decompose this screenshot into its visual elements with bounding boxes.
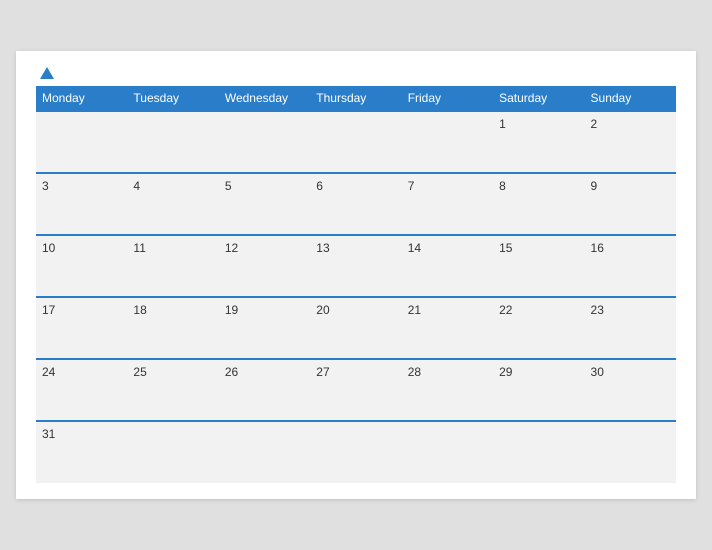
empty-cell bbox=[219, 421, 310, 483]
day-number: 9 bbox=[591, 179, 598, 193]
day-number: 23 bbox=[591, 303, 604, 317]
day-cell-12: 12 bbox=[219, 235, 310, 297]
empty-cell bbox=[127, 421, 218, 483]
day-number: 26 bbox=[225, 365, 238, 379]
weekday-header-sunday: Sunday bbox=[585, 86, 676, 111]
empty-cell bbox=[36, 111, 127, 173]
day-cell-25: 25 bbox=[127, 359, 218, 421]
calendar-thead: MondayTuesdayWednesdayThursdayFridaySatu… bbox=[36, 86, 676, 111]
logo bbox=[36, 67, 54, 78]
empty-cell bbox=[402, 421, 493, 483]
weekday-header-saturday: Saturday bbox=[493, 86, 584, 111]
empty-cell bbox=[585, 421, 676, 483]
day-cell-6: 6 bbox=[310, 173, 401, 235]
day-number: 31 bbox=[42, 427, 55, 441]
weekday-header-tuesday: Tuesday bbox=[127, 86, 218, 111]
day-number: 30 bbox=[591, 365, 604, 379]
calendar-container: MondayTuesdayWednesdayThursdayFridaySatu… bbox=[16, 51, 696, 499]
day-number: 4 bbox=[133, 179, 140, 193]
day-cell-2: 2 bbox=[585, 111, 676, 173]
day-number: 6 bbox=[316, 179, 323, 193]
day-cell-26: 26 bbox=[219, 359, 310, 421]
day-number: 7 bbox=[408, 179, 415, 193]
day-cell-9: 9 bbox=[585, 173, 676, 235]
day-cell-4: 4 bbox=[127, 173, 218, 235]
day-cell-17: 17 bbox=[36, 297, 127, 359]
day-number: 14 bbox=[408, 241, 421, 255]
day-cell-10: 10 bbox=[36, 235, 127, 297]
day-number: 2 bbox=[591, 117, 598, 131]
day-number: 8 bbox=[499, 179, 506, 193]
day-number: 1 bbox=[499, 117, 506, 131]
day-cell-14: 14 bbox=[402, 235, 493, 297]
day-number: 28 bbox=[408, 365, 421, 379]
empty-cell bbox=[493, 421, 584, 483]
day-cell-19: 19 bbox=[219, 297, 310, 359]
day-number: 22 bbox=[499, 303, 512, 317]
logo-blue-row bbox=[36, 67, 54, 78]
week-row-0: 12 bbox=[36, 111, 676, 173]
day-cell-23: 23 bbox=[585, 297, 676, 359]
day-number: 3 bbox=[42, 179, 49, 193]
day-cell-29: 29 bbox=[493, 359, 584, 421]
calendar-body: 1234567891011121314151617181920212223242… bbox=[36, 111, 676, 483]
day-number: 13 bbox=[316, 241, 329, 255]
day-number: 15 bbox=[499, 241, 512, 255]
day-number: 16 bbox=[591, 241, 604, 255]
calendar-header bbox=[36, 67, 676, 78]
empty-cell bbox=[402, 111, 493, 173]
week-row-5: 31 bbox=[36, 421, 676, 483]
day-cell-1: 1 bbox=[493, 111, 584, 173]
weekday-header-wednesday: Wednesday bbox=[219, 86, 310, 111]
day-cell-28: 28 bbox=[402, 359, 493, 421]
day-cell-15: 15 bbox=[493, 235, 584, 297]
weekday-header-friday: Friday bbox=[402, 86, 493, 111]
day-cell-20: 20 bbox=[310, 297, 401, 359]
week-row-1: 3 4 5 6 7 8 9 bbox=[36, 173, 676, 235]
weekday-header-thursday: Thursday bbox=[310, 86, 401, 111]
day-number: 10 bbox=[42, 241, 55, 255]
empty-cell bbox=[219, 111, 310, 173]
day-number: 29 bbox=[499, 365, 512, 379]
day-cell-5: 5 bbox=[219, 173, 310, 235]
day-cell-22: 22 bbox=[493, 297, 584, 359]
day-number: 17 bbox=[42, 303, 55, 317]
day-number: 27 bbox=[316, 365, 329, 379]
day-cell-30: 30 bbox=[585, 359, 676, 421]
day-cell-8: 8 bbox=[493, 173, 584, 235]
day-number: 21 bbox=[408, 303, 421, 317]
empty-cell bbox=[310, 421, 401, 483]
day-cell-16: 16 bbox=[585, 235, 676, 297]
day-number: 25 bbox=[133, 365, 146, 379]
weekday-header-row: MondayTuesdayWednesdayThursdayFridaySatu… bbox=[36, 86, 676, 111]
day-number: 24 bbox=[42, 365, 55, 379]
day-cell-27: 27 bbox=[310, 359, 401, 421]
day-number: 20 bbox=[316, 303, 329, 317]
day-cell-13: 13 bbox=[310, 235, 401, 297]
day-cell-7: 7 bbox=[402, 173, 493, 235]
day-cell-21: 21 bbox=[402, 297, 493, 359]
logo-triangle-icon bbox=[40, 67, 54, 79]
empty-cell bbox=[310, 111, 401, 173]
day-cell-18: 18 bbox=[127, 297, 218, 359]
calendar-grid: MondayTuesdayWednesdayThursdayFridaySatu… bbox=[36, 86, 676, 483]
day-cell-31: 31 bbox=[36, 421, 127, 483]
weekday-header-monday: Monday bbox=[36, 86, 127, 111]
day-number: 12 bbox=[225, 241, 238, 255]
day-number: 19 bbox=[225, 303, 238, 317]
week-row-3: 17 18 19 20 21 22 23 bbox=[36, 297, 676, 359]
day-cell-24: 24 bbox=[36, 359, 127, 421]
day-cell-3: 3 bbox=[36, 173, 127, 235]
day-cell-11: 11 bbox=[127, 235, 218, 297]
day-number: 11 bbox=[133, 241, 145, 255]
empty-cell bbox=[127, 111, 218, 173]
day-number: 18 bbox=[133, 303, 146, 317]
week-row-2: 10 11 12 13 14 15 16 bbox=[36, 235, 676, 297]
week-row-4: 24 25 26 27 28 29 30 bbox=[36, 359, 676, 421]
day-number: 5 bbox=[225, 179, 232, 193]
